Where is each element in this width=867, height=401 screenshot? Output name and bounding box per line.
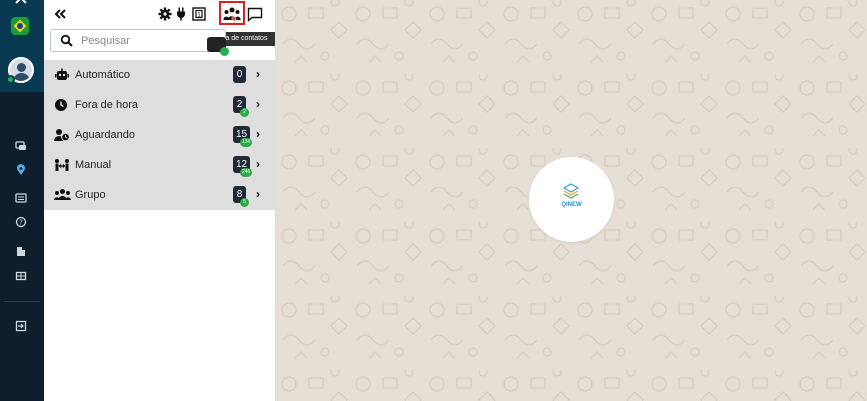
count-badge: 0 xyxy=(233,66,246,83)
chevron-right-icon: › xyxy=(256,187,260,201)
people-arrows-icon xyxy=(54,158,70,172)
message-icon[interactable] xyxy=(246,4,264,24)
sub-count-badge: 246 xyxy=(240,168,253,177)
list-item-label: Aguardando xyxy=(75,129,135,141)
list-icon[interactable] xyxy=(14,192,28,206)
chevron-right-icon: › xyxy=(256,157,260,171)
robot-icon xyxy=(54,68,70,82)
search-input[interactable]: Pesquisar xyxy=(50,29,226,52)
chevron-right-icon: › xyxy=(256,97,260,111)
brazil-flag-icon[interactable] xyxy=(11,17,29,35)
rail-divider xyxy=(4,301,40,302)
gear-icon[interactable] xyxy=(157,4,173,24)
list-item-label: Automático xyxy=(75,69,131,81)
list-item[interactable]: Automático 0 › xyxy=(44,60,275,90)
search-icon xyxy=(60,34,73,47)
logo-icon xyxy=(562,183,580,199)
chevron-up-icon[interactable] xyxy=(14,0,28,8)
chevron-right-icon: › xyxy=(256,127,260,141)
chat-icon[interactable] xyxy=(14,140,28,154)
list-item-label: Manual xyxy=(75,159,112,171)
grid-icon[interactable] xyxy=(14,270,28,284)
chat-background: QINEW xyxy=(275,0,867,401)
svg-text:?: ? xyxy=(19,219,23,227)
sidebar-panel: 1 Lista de contatos Pesquisar Automático… xyxy=(44,0,280,401)
list-item[interactable]: Grupo 8 5 › xyxy=(44,180,275,210)
sub-count-badge: 134 xyxy=(240,138,253,147)
list-item[interactable]: Fora de hora 2 2 › xyxy=(44,90,275,120)
help-icon[interactable]: ? xyxy=(14,216,28,230)
panel-header: 1 xyxy=(44,0,275,28)
list-item[interactable]: Aguardando 15 134 › xyxy=(44,120,275,150)
sub-count-badge: 2 xyxy=(240,108,249,117)
highlight-frame xyxy=(219,1,245,25)
clock-icon xyxy=(54,98,70,112)
window-icon[interactable]: 1 xyxy=(191,4,207,24)
chevron-right-icon: › xyxy=(256,67,260,81)
sub-count-badge: 5 xyxy=(240,198,249,207)
plug-icon[interactable] xyxy=(175,4,187,24)
list-item-label: Grupo xyxy=(75,189,106,201)
search-placeholder: Pesquisar xyxy=(81,35,130,47)
queue-list: Automático 0 › Fora de hora 2 2 › Aguard… xyxy=(44,60,275,210)
logo-text: QINEW xyxy=(561,202,582,208)
logo-circle: QINEW xyxy=(529,157,614,242)
search-badge xyxy=(207,37,229,56)
location-icon[interactable] xyxy=(14,164,28,178)
group-icon xyxy=(54,188,71,202)
list-item-label: Fora de hora xyxy=(75,99,138,111)
list-item[interactable]: Manual 12 246 › xyxy=(44,150,275,180)
collapse-icon[interactable] xyxy=(52,4,68,24)
logout-icon[interactable] xyxy=(14,320,28,334)
online-status-icon xyxy=(6,75,15,84)
left-rail: ? xyxy=(0,0,44,401)
building-icon[interactable] xyxy=(14,245,28,259)
user-clock-icon xyxy=(54,128,70,142)
svg-text:1: 1 xyxy=(197,12,201,19)
